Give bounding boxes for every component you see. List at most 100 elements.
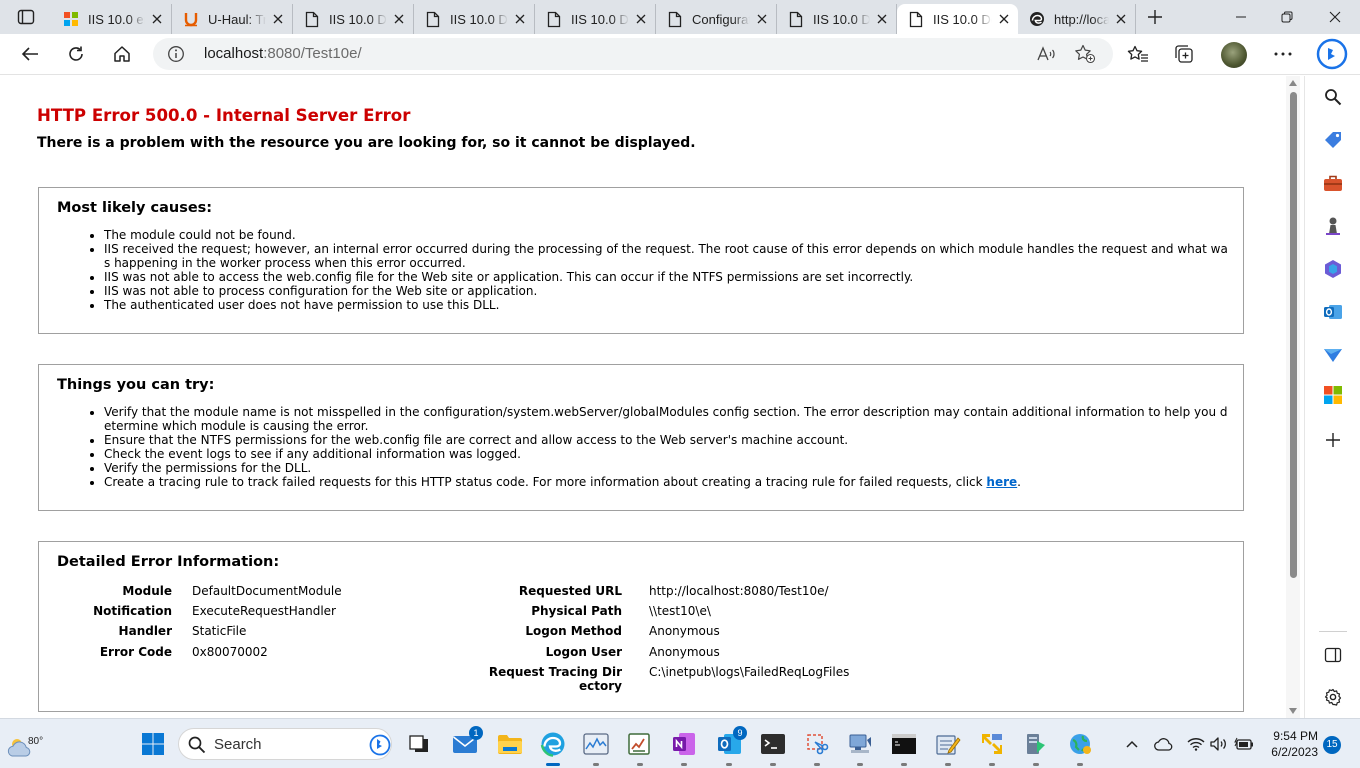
close-tab-icon[interactable] [391,11,407,27]
colorful-tiles-icon [62,10,80,28]
tab-actions-button[interactable] [10,5,42,29]
send-drop-icon[interactable] [1322,344,1344,366]
connector-tool-app[interactable] [976,728,1008,766]
tab-title: http://localhost [1054,11,1109,27]
error-title: HTTP Error 500.0 - Internal Server Error [37,106,411,125]
snipping-tool-app[interactable] [801,728,833,766]
vertical-scrollbar[interactable] [1286,76,1300,718]
settings-more-button[interactable] [1267,39,1299,69]
tab-4[interactable]: IIS 10.0 Detailed [535,4,656,34]
new-tab-button[interactable] [1142,5,1168,29]
chart-app[interactable] [624,728,656,766]
microsoft-365-icon[interactable] [1322,258,1344,280]
network-app[interactable] [844,728,876,766]
tab-3[interactable]: IIS 10.0 Detailed [414,4,535,34]
url-path: :8080/Test10e/ [263,45,362,62]
close-tab-icon[interactable] [512,11,528,27]
detail-label: Logon User [545,645,622,659]
home-button[interactable] [106,39,138,69]
close-tab-icon[interactable] [1113,11,1129,27]
mail-app[interactable]: 1 [449,726,483,760]
start-button[interactable] [137,728,169,760]
folder-icon [498,735,522,754]
scroll-down-icon[interactable] [1289,708,1297,714]
tab-1[interactable]: U-Haul: Truck [172,4,293,34]
cause-item: IIS received the request; however, an in… [104,242,1229,270]
tab-title: IIS 10.0 error [88,11,145,27]
taskview-button[interactable] [403,728,435,760]
restore-button[interactable] [1264,0,1310,34]
close-tab-icon[interactable] [874,11,890,27]
close-tab-icon[interactable] [754,11,770,27]
games-chess-icon[interactable] [1322,215,1344,237]
sidebar-settings-icon[interactable] [1322,686,1344,708]
detail-value: StaticFile [192,624,247,638]
tab-8[interactable]: http://localhost [1018,4,1136,34]
clock-date: 6/2/2023 [1271,745,1318,759]
close-tab-icon[interactable] [633,11,649,27]
outlook-icon[interactable] [1322,301,1344,323]
tracing-help-link[interactable]: here [986,475,1017,489]
close-window-button[interactable] [1312,0,1358,34]
weather-widget[interactable]: 80° [6,725,46,763]
tracing-suffix: . [1017,475,1021,489]
add-favorite-button[interactable] [1073,43,1097,65]
profile-avatar[interactable] [1221,42,1247,68]
causes-heading: Most likely causes: [57,200,213,216]
url-text[interactable]: localhost:8080/Test10e/ [204,45,362,62]
hide-sidebar-icon[interactable] [1322,644,1344,666]
scroll-up-icon[interactable] [1289,80,1297,86]
tab-title: IIS 10.0 Detailed [933,11,992,27]
battery-icon [1234,737,1253,750]
shopping-tag-icon[interactable] [1322,129,1344,151]
back-button[interactable] [14,39,46,69]
terminal-app[interactable] [757,728,789,766]
tools-briefcase-icon[interactable] [1322,172,1344,194]
volume-button[interactable] [1210,734,1230,754]
taskbar-clock[interactable]: 9:54 PM 6/2/2023 [1266,728,1318,760]
error-subtitle: There is a problem with the resource you… [37,135,696,151]
sidebar-search-icon[interactable] [1322,86,1344,108]
site-info-icon[interactable] [167,45,185,63]
taskbar-search[interactable]: Search [178,728,392,760]
performance-monitor-app[interactable] [580,728,612,766]
onedrive-button[interactable] [1154,734,1174,754]
scissors-icon [807,734,829,755]
tab-0[interactable]: IIS 10.0 error [52,4,172,34]
tab-5[interactable]: Configuration [656,4,777,34]
bing-chat-button[interactable] [1314,37,1350,71]
file-explorer-app[interactable] [494,728,526,760]
mail-badge: 1 [469,726,483,740]
refresh-button[interactable] [60,39,92,69]
detail-box: Detailed Error Information: Module Defau… [38,541,1244,712]
tab-title: IIS 10.0 Detailed [813,11,870,27]
onenote-app[interactable] [668,728,700,766]
tab-7-active[interactable]: IIS 10.0 Detailed [897,4,1018,34]
battery-button[interactable] [1234,734,1254,754]
notepad-app[interactable] [932,728,964,766]
add-sidebar-app-icon[interactable] [1322,429,1344,451]
favorites-button[interactable] [1122,39,1154,69]
tab-title: Configuration [692,11,750,27]
outlook-app[interactable]: 9 [713,726,747,766]
close-tab-icon[interactable] [149,11,165,27]
search-icon [188,736,206,754]
server-manager-app[interactable] [1020,728,1052,766]
cmd-app[interactable] [888,728,920,766]
address-bar[interactable]: localhost:8080/Test10e/ [153,38,1113,70]
iis-manager-app[interactable] [1064,728,1096,766]
close-tab-icon[interactable] [996,11,1012,27]
minimize-button[interactable] [1218,0,1264,34]
scrollbar-thumb[interactable] [1290,92,1297,578]
globe-icon [1070,734,1091,754]
read-aloud-button[interactable] [1035,43,1059,65]
tab-6[interactable]: IIS 10.0 Detailed [777,4,897,34]
tray-overflow-button[interactable] [1122,734,1142,754]
notification-center-badge[interactable]: 15 [1323,736,1341,754]
wifi-button[interactable] [1186,734,1206,754]
tab-2[interactable]: IIS 10.0 Detailed [293,4,414,34]
collections-button[interactable] [1168,39,1200,69]
close-tab-icon[interactable] [270,11,286,27]
edge-app[interactable] [537,728,569,766]
office-apps-icon[interactable] [1322,384,1344,406]
